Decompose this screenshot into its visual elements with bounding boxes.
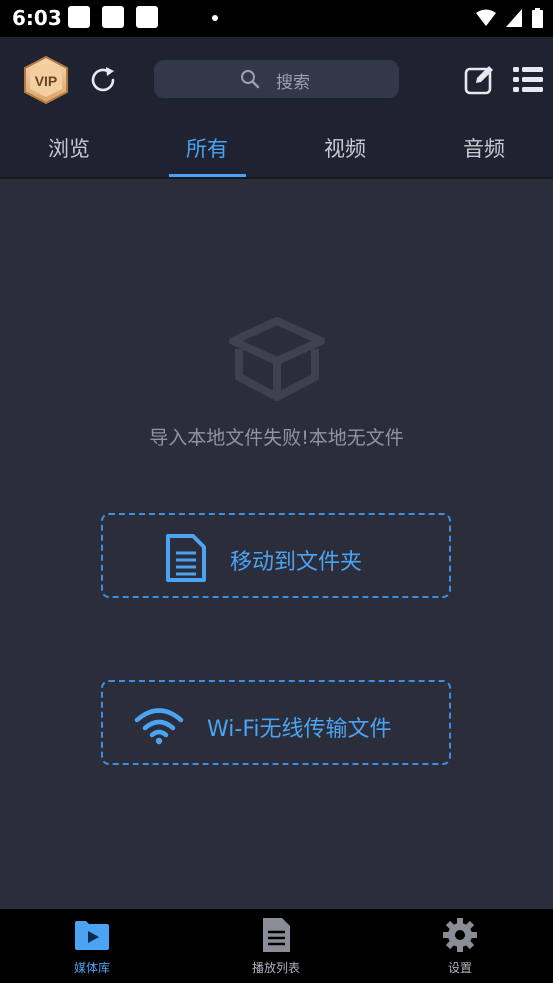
nav-settings-label: 设置 <box>447 961 472 975</box>
vip-label: VIP <box>35 73 58 89</box>
notification-icon <box>136 6 158 28</box>
document-icon <box>166 534 206 582</box>
wifi-signal-icon <box>476 9 496 26</box>
notification-icon <box>68 6 90 28</box>
empty-state-message: 导入本地文件失败!本地无文件 <box>149 427 404 449</box>
status-time: 6:03 <box>12 6 62 30</box>
active-tab-indicator <box>169 174 246 177</box>
battery-icon <box>532 8 543 28</box>
search-icon <box>241 70 260 89</box>
tab-browse[interactable]: 浏览 <box>0 123 138 177</box>
wifi-icon <box>134 708 184 745</box>
edit-icon[interactable] <box>463 64 495 96</box>
nav-playlist-label: 播放列表 <box>251 961 300 975</box>
empty-box-icon <box>229 317 325 401</box>
list-menu-icon[interactable] <box>512 65 544 95</box>
search-bar[interactable]: 搜索 <box>154 60 399 98</box>
bottom-navigation: 媒体库 播放列表 设置 <box>0 909 553 983</box>
vip-badge-icon[interactable]: VIP <box>22 55 70 105</box>
category-tabs: 浏览 所有 视频 音频 <box>0 123 553 179</box>
playlist-icon <box>263 918 290 952</box>
status-bar: 6:03 <box>0 0 553 37</box>
notification-icon <box>102 6 124 28</box>
tab-video[interactable]: 视频 <box>276 123 414 177</box>
wifi-transfer-label: Wi-Fi无线传输文件 <box>207 717 392 742</box>
gear-icon <box>443 918 477 952</box>
nav-media-library[interactable]: 媒体库 <box>32 909 152 983</box>
move-to-folder-label: 移动到文件夹 <box>230 550 363 575</box>
nav-media-library-label: 媒体库 <box>73 961 110 975</box>
tab-audio[interactable]: 音频 <box>415 123 553 177</box>
media-library-icon <box>75 921 109 950</box>
move-to-folder-button[interactable]: 移动到文件夹 <box>101 513 451 598</box>
nav-settings[interactable]: 设置 <box>400 909 520 983</box>
app-header: VIP 搜索 <box>0 37 553 123</box>
refresh-icon[interactable] <box>88 65 118 95</box>
search-placeholder: 搜索 <box>276 73 310 93</box>
notification-dot-icon <box>212 15 218 21</box>
wifi-transfer-button[interactable]: Wi-Fi无线传输文件 <box>101 680 451 765</box>
tab-all[interactable]: 所有 <box>138 123 276 177</box>
cell-signal-icon <box>506 9 522 27</box>
nav-playlist[interactable]: 播放列表 <box>216 909 336 983</box>
